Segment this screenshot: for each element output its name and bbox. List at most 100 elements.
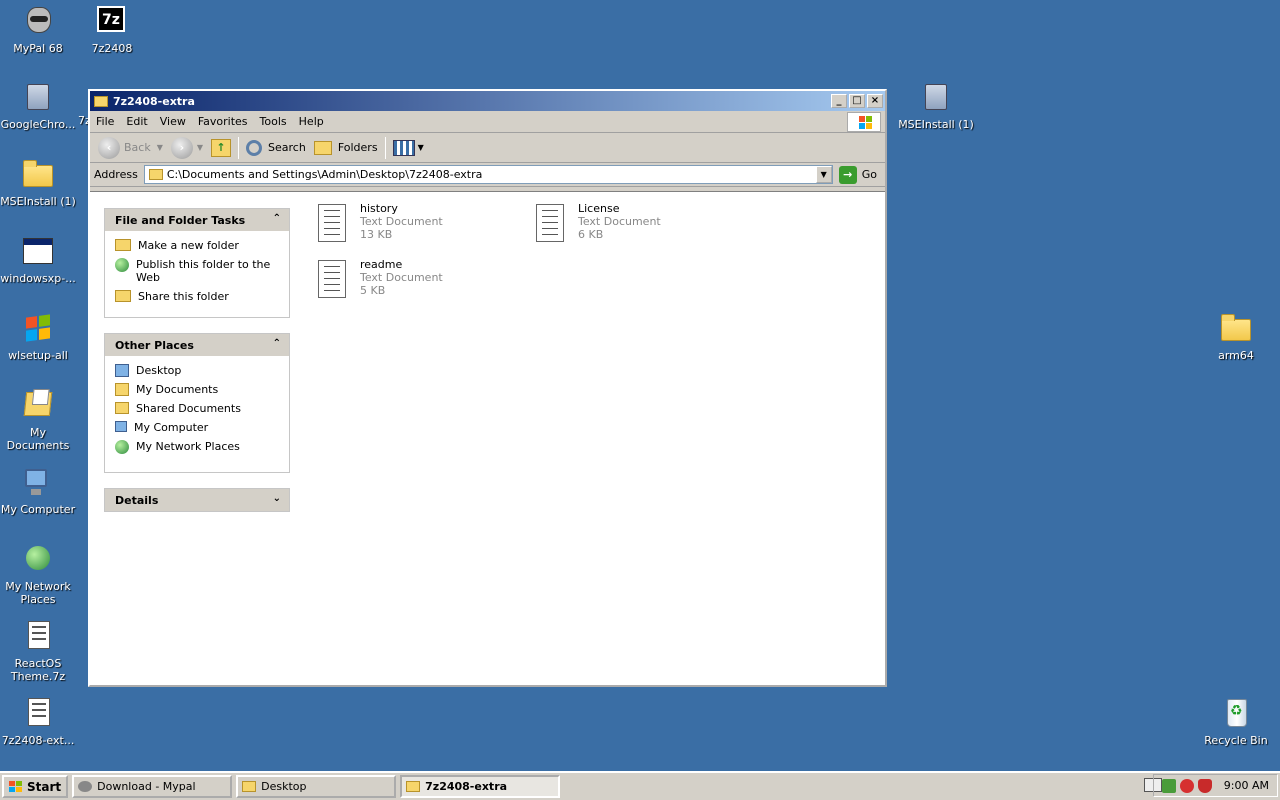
folders-label: Folders (337, 141, 378, 154)
explorer-window[interactable]: 7z2408-extra _ □ × File Edit View Favori… (88, 89, 887, 687)
collapse-chevron-icon[interactable]: ⌃ (273, 213, 281, 224)
place-my-documents[interactable]: My Documents (115, 383, 279, 396)
folder-icon (94, 95, 108, 107)
file-item-history[interactable]: history Text Document 13 KB (316, 202, 516, 246)
minimize-button[interactable]: _ (831, 94, 847, 108)
folder-icon (1221, 314, 1251, 341)
network-icon (115, 440, 129, 454)
taskbar-button-label: Desktop (261, 780, 307, 793)
panel-title: Other Places (115, 338, 194, 352)
my-documents-icon (23, 392, 53, 416)
network-icon (26, 546, 50, 570)
address-path: C:\Documents and Settings\Admin\Desktop\… (166, 168, 483, 181)
close-button[interactable]: × (867, 94, 883, 108)
security-icon[interactable] (1161, 778, 1176, 793)
desktop-icon-mypal[interactable]: MyPal 68 (0, 4, 76, 55)
desktop-icon-wlsetup[interactable]: wlsetup-all (0, 311, 76, 362)
network-warning-icon[interactable] (1179, 778, 1194, 793)
address-dropdown-button[interactable]: ▼ (815, 166, 832, 183)
go-button[interactable]: → Go (833, 165, 885, 184)
desktop-icon-label: arm64 (1218, 349, 1254, 362)
taskbar-button-7z2408-extra[interactable]: 7z2408-extra (400, 775, 561, 798)
panel-header[interactable]: File and Folder Tasks ⌃ (105, 209, 289, 231)
desktop-icon-7z2408[interactable]: 7z 7z2408 (74, 4, 150, 55)
other-places-panel: Other Places ⌃ Desktop My Documents Shar… (104, 333, 290, 473)
desktop-icon-label: My Documents (6, 426, 70, 452)
taskbar-button-label: 7z2408-extra (425, 780, 508, 793)
place-shared-documents[interactable]: Shared Documents (115, 402, 279, 415)
file-name: License (578, 202, 620, 215)
desktop-icon-mseinstall-zip[interactable]: MSEInstall (1) (0, 157, 76, 208)
details-panel: Details ⌄ (104, 488, 290, 512)
place-label: My Documents (136, 383, 219, 396)
address-input[interactable]: C:\Documents and Settings\Admin\Desktop\… (143, 165, 833, 184)
place-label: My Network Places (136, 440, 240, 453)
folders-button[interactable]: Folders (310, 135, 382, 161)
desktop-icon-label: wlsetup-all (8, 349, 68, 362)
menu-file[interactable]: File (90, 115, 120, 128)
search-button[interactable]: Search (242, 135, 310, 161)
archive-icon (28, 698, 50, 726)
place-my-network-places[interactable]: My Network Places (115, 440, 279, 454)
back-button[interactable]: ‹ Back ▼ (94, 135, 167, 161)
desktop-icon-7z2408-extra[interactable]: 7z2408-ext... (0, 696, 76, 747)
address-bar: Address C:\Documents and Settings\Admin\… (90, 163, 885, 187)
desktop-icon-label: ReactOS Theme.7z (10, 657, 66, 683)
expand-chevron-icon[interactable]: ⌄ (273, 493, 281, 504)
views-button[interactable]: ▼ (389, 135, 428, 161)
desktop-icon-mseinstall[interactable]: MSEInstall (1) (898, 80, 974, 131)
computer-icon (25, 469, 47, 495)
task-share-folder[interactable]: Share this folder (115, 290, 279, 303)
window-title: 7z2408-extra (113, 94, 195, 108)
taskbar-button-mypal[interactable]: Download - Mypal (72, 775, 233, 798)
place-my-computer[interactable]: My Computer (115, 421, 279, 434)
my-documents-icon (115, 383, 129, 396)
desktop-icon-recycle-bin[interactable]: Recycle Bin (1198, 696, 1274, 747)
menu-favorites[interactable]: Favorites (192, 115, 254, 128)
desktop-icon-windowsxp[interactable]: windowsxp-... (0, 234, 76, 285)
desktop-icon-reactos-theme[interactable]: ReactOS Theme.7z (0, 619, 76, 683)
desktop-icon-my-documents[interactable]: My Documents (0, 388, 76, 452)
folders-icon (313, 140, 332, 155)
desktop-icon-arm64[interactable]: arm64 (1198, 311, 1274, 362)
file-size: 5 KB (360, 284, 386, 297)
file-name: history (360, 202, 398, 215)
menu-tools[interactable]: Tools (254, 115, 293, 128)
content-area: File and Folder Tasks ⌃ Make a new folde… (90, 191, 885, 685)
title-bar[interactable]: 7z2408-extra _ □ × (90, 91, 885, 111)
globe-icon (115, 258, 129, 272)
panel-header[interactable]: Other Places ⌃ (105, 334, 289, 356)
share-folder-icon (115, 290, 131, 302)
file-item-license[interactable]: License Text Document 6 KB (534, 202, 734, 246)
place-desktop[interactable]: Desktop (115, 364, 279, 377)
clock[interactable]: 9:00 AM (1224, 779, 1269, 792)
start-button[interactable]: Start (2, 775, 69, 798)
computer-icon (115, 421, 127, 432)
file-item-readme[interactable]: readme Text Document 5 KB (316, 258, 516, 302)
up-folder-button[interactable]: ↑ (207, 135, 235, 161)
task-make-new-folder[interactable]: Make a new folder (115, 239, 279, 252)
panel-header[interactable]: Details ⌄ (105, 489, 289, 511)
desktop-icon-my-computer[interactable]: My Computer (0, 465, 76, 516)
address-label: Address (94, 168, 138, 181)
folder-icon (148, 169, 163, 180)
task-publish-folder[interactable]: Publish this folder to the Web (115, 258, 279, 284)
recycle-bin-icon (1227, 699, 1247, 727)
menu-edit[interactable]: Edit (120, 115, 153, 128)
menu-view[interactable]: View (154, 115, 192, 128)
menu-help[interactable]: Help (293, 115, 330, 128)
go-label: Go (861, 168, 877, 181)
maximize-button[interactable]: □ (849, 94, 865, 108)
taskbar-button-desktop[interactable]: Desktop (236, 775, 397, 798)
collapse-chevron-icon[interactable]: ⌃ (273, 338, 281, 349)
file-size: 6 KB (578, 228, 604, 241)
shield-icon[interactable] (1197, 778, 1212, 793)
desktop-icon-my-network-places[interactable]: My Network Places (0, 542, 76, 606)
installer-icon (925, 84, 947, 110)
chevron-down-icon: ▼ (417, 143, 424, 152)
forward-arrow-icon: › (170, 136, 193, 159)
desktop-icon-label: MSEInstall (1) (0, 195, 76, 208)
desktop-icon-label: My Network Places (5, 580, 71, 606)
forward-button[interactable]: › ▼ (167, 135, 207, 161)
windows-flag-icon (9, 780, 23, 793)
